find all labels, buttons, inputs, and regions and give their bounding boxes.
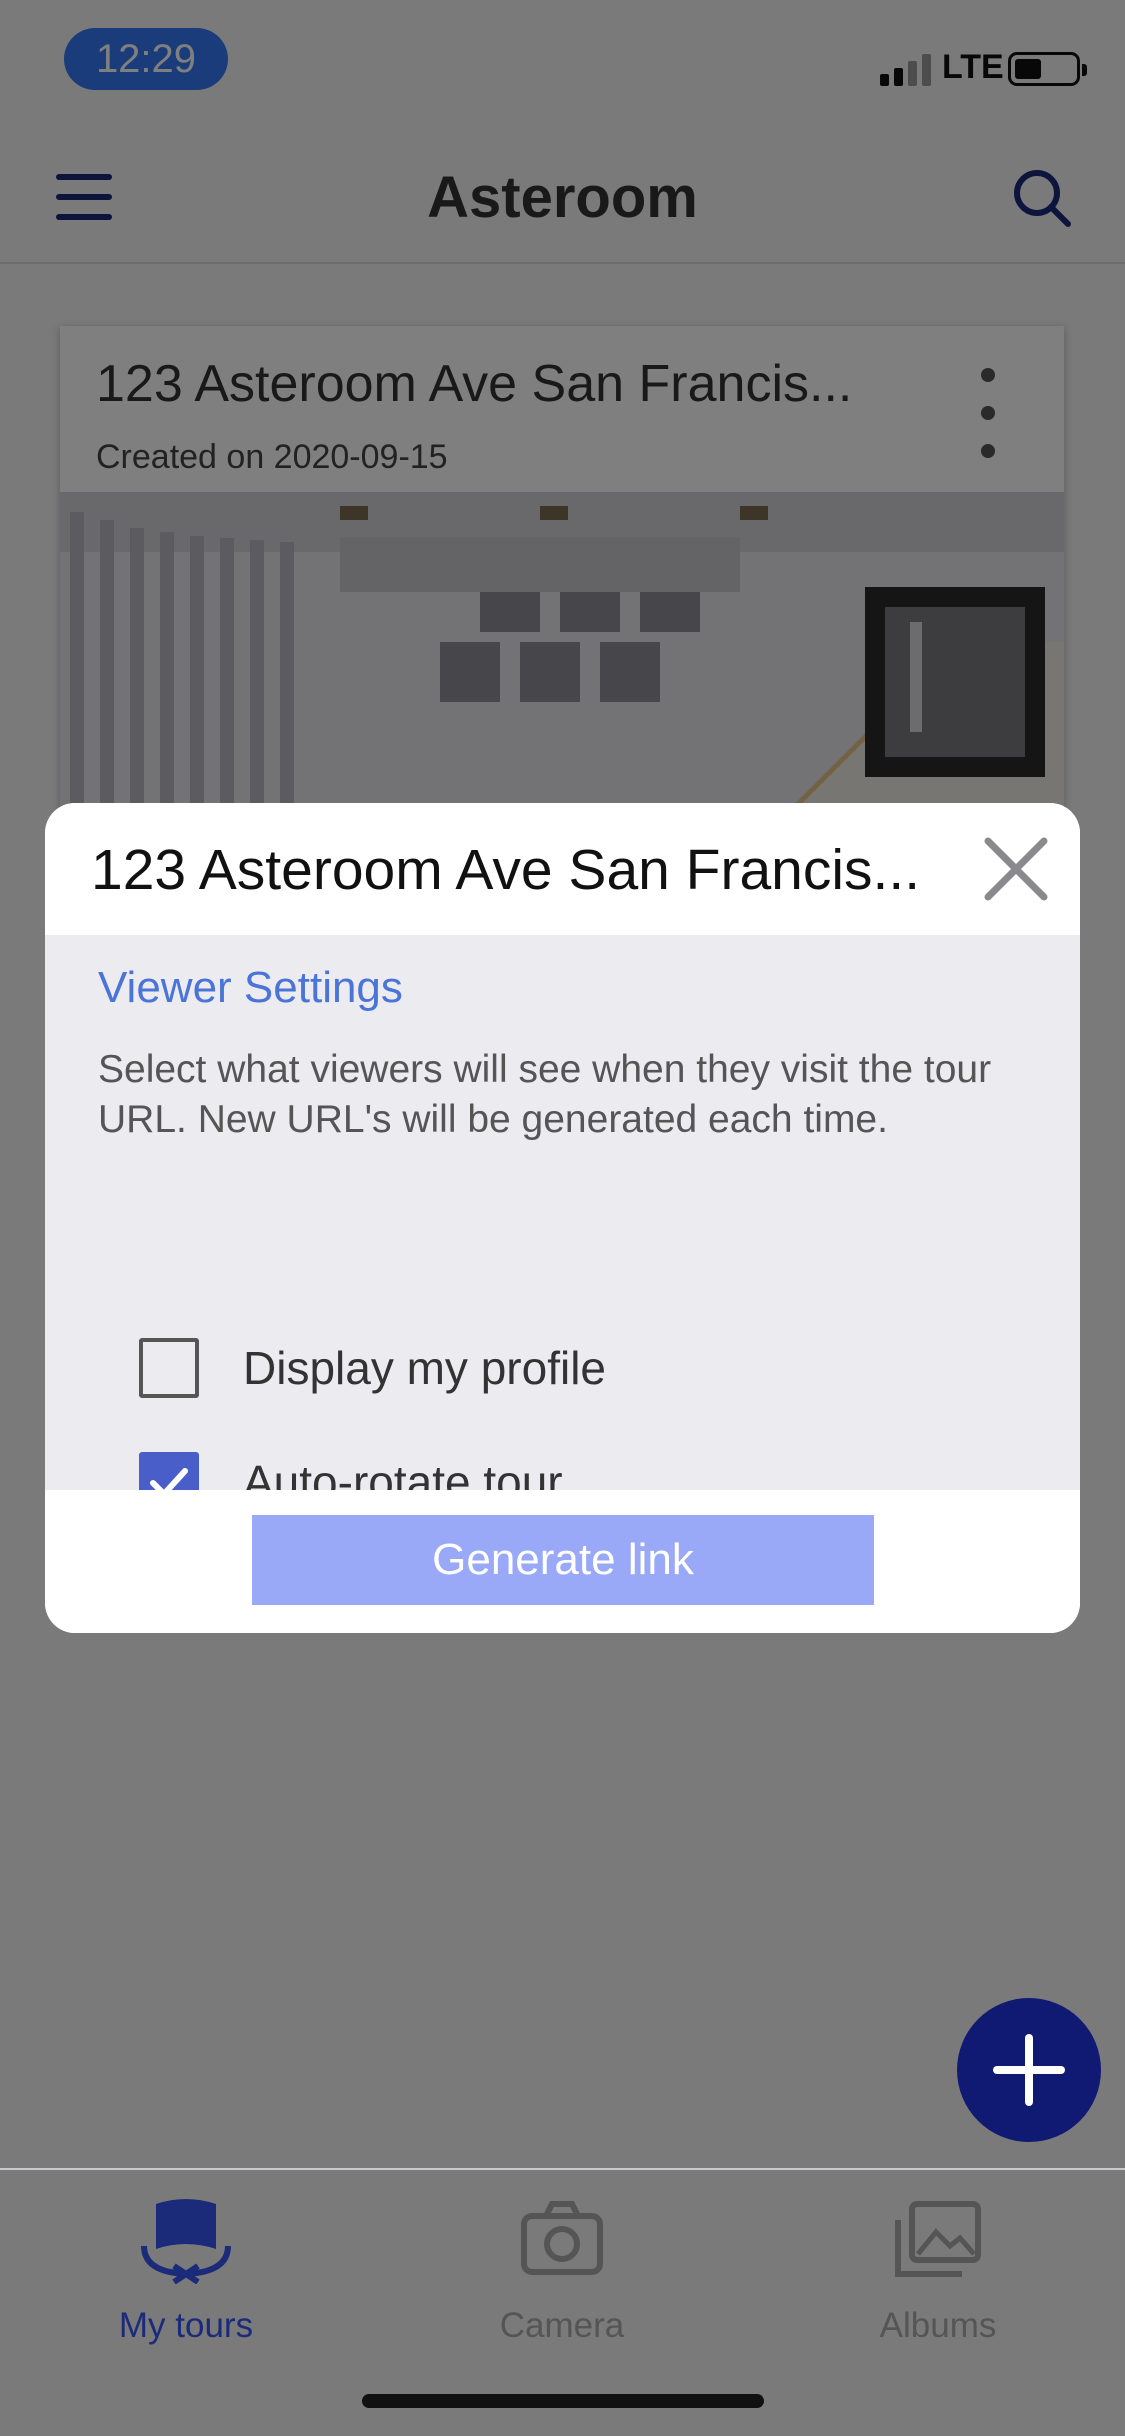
tab-label: My tours <box>118 2306 254 2345</box>
section-description: Select what viewers will see when they v… <box>98 1048 992 1141</box>
tab-albums[interactable]: Albums <box>808 2194 1068 2354</box>
generate-link-button[interactable]: Generate link <box>252 1515 874 1605</box>
modal-footer: Generate link <box>45 1490 1080 1633</box>
tab-bar: My tours Camera Albums <box>0 2168 1125 2436</box>
section-title: Viewer Settings <box>98 963 403 1012</box>
modal-header: 123 Asteroom Ave San Francis... <box>45 803 1080 935</box>
home-indicator <box>362 2394 764 2408</box>
my-tours-icon <box>141 2199 231 2284</box>
option-display-profile[interactable]: Display my profile <box>139 1337 939 1399</box>
option-label: Display my profile <box>243 1342 606 1394</box>
close-icon[interactable] <box>980 833 1052 905</box>
modal-title: 123 Asteroom Ave San Francis... <box>91 838 921 902</box>
add-tour-button[interactable] <box>957 1998 1101 2142</box>
modal-body: Viewer Settings Select what viewers will… <box>45 935 1080 1512</box>
camera-icon <box>521 2201 603 2275</box>
display-profile-checkbox[interactable] <box>139 1338 199 1398</box>
plus-icon <box>993 2034 1065 2106</box>
tab-label: Albums <box>879 2306 997 2345</box>
albums-icon <box>895 2201 981 2277</box>
tab-camera[interactable]: Camera <box>432 2194 692 2354</box>
share-modal: 123 Asteroom Ave San Francis... Viewer S… <box>45 803 1080 1633</box>
tab-label: Camera <box>499 2306 625 2345</box>
tab-my-tours[interactable]: My tours <box>56 2194 316 2354</box>
